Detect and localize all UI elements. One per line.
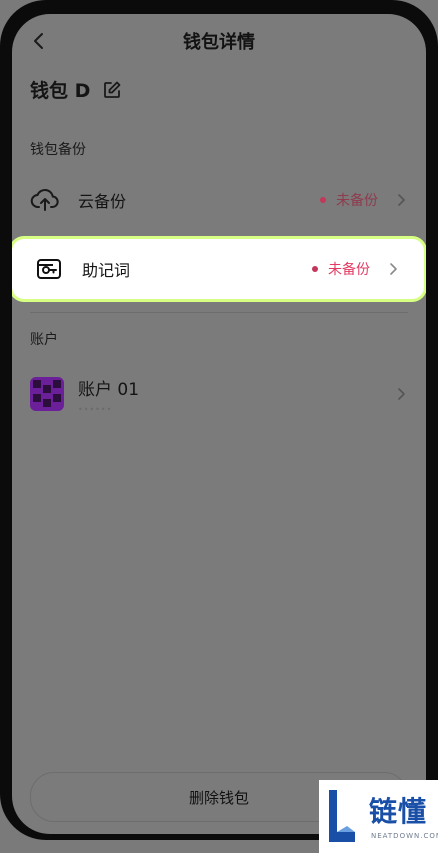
watermark-domain: NEATDOWN.COM <box>371 832 438 840</box>
chevron-right-icon <box>398 388 405 400</box>
chevron-right-icon <box>390 263 397 275</box>
edit-icon[interactable] <box>102 80 122 100</box>
top-bar: 钱包详情 <box>12 14 426 70</box>
phone-frame: 钱包详情 钱包 D 钱包备份 云备份 未备份 助记词 未备份 账户 账户 01 … <box>0 0 438 840</box>
app-screen: 钱包详情 钱包 D 钱包备份 云备份 未备份 助记词 未备份 账户 账户 01 … <box>12 14 426 834</box>
cloud-backup-status-text: 未备份 <box>336 193 378 209</box>
avatar <box>30 377 64 411</box>
accounts-section-label: 账户 <box>30 332 58 348</box>
cloud-backup-label: 云备份 <box>78 192 127 211</box>
status-dot <box>312 266 318 272</box>
watermark-brand: 链懂 <box>369 795 428 828</box>
wallet-name: 钱包 D <box>30 80 91 102</box>
account-name: 账户 01 <box>78 379 140 400</box>
wallet-name-row: 钱包 D <box>30 76 122 103</box>
account-address: •••••• <box>78 404 113 414</box>
backup-section-label: 钱包备份 <box>30 142 86 158</box>
mnemonic-status: 未备份 <box>312 259 400 279</box>
mnemonic-row[interactable]: 助记词 未备份 <box>34 243 400 295</box>
chevron-right-icon <box>398 194 405 206</box>
mnemonic-row-highlight[interactable]: 助记词 未备份 <box>12 239 424 299</box>
brand-logo-icon <box>329 790 355 842</box>
account-row[interactable]: 账户 01 •••••• <box>30 366 408 422</box>
mnemonic-label: 助记词 <box>82 261 131 280</box>
cloud-upload-icon <box>30 185 60 215</box>
account-text: 账户 01 •••••• <box>78 375 139 414</box>
section-divider <box>30 312 408 313</box>
watermark-logo: 链懂 NEATDOWN.COM <box>319 780 438 853</box>
mnemonic-status-text: 未备份 <box>328 262 370 278</box>
cloud-backup-status: 未备份 <box>320 190 408 210</box>
account-chevron <box>378 387 408 401</box>
page-title: 钱包详情 <box>183 32 255 53</box>
key-card-icon <box>34 254 64 284</box>
cloud-backup-row[interactable]: 云备份 未备份 <box>30 174 408 226</box>
status-dot <box>320 197 326 203</box>
